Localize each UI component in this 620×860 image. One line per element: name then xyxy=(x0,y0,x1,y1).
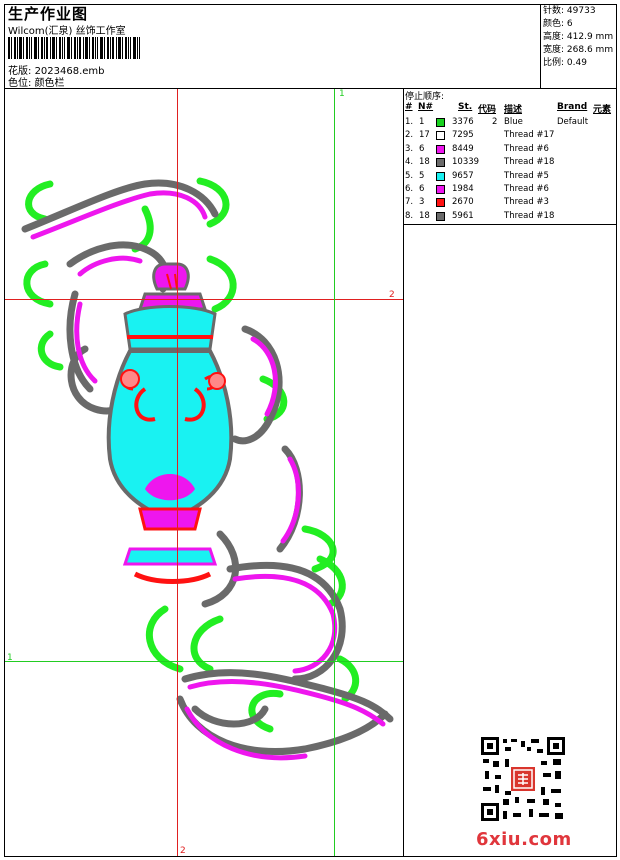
table-row: 3. 6 8449 Thread #6 xyxy=(405,143,617,156)
color-position-label: 色位: xyxy=(8,78,32,89)
guide-label-red-bottom: 2 xyxy=(180,846,186,856)
row-index: 1. xyxy=(405,117,414,127)
row-index: 4. xyxy=(405,157,414,168)
row-stitches: 7295 xyxy=(452,130,474,141)
table-row: 4. 18 10339 Thread #18 xyxy=(405,156,617,169)
col-header-brand: Brand xyxy=(557,102,588,112)
row-stitches: 8449 xyxy=(452,143,474,154)
row-stitches: 2670 xyxy=(452,197,474,208)
table-row: 2. 17 7295 Thread #17 xyxy=(405,129,617,142)
guide-horizontal-red xyxy=(5,299,403,300)
row-needle: 6 xyxy=(419,184,425,194)
row-description: Thread #17 xyxy=(504,130,555,141)
stat-colors: 颜色: 6 xyxy=(543,19,573,29)
site-logo: 6xiu.com xyxy=(476,829,572,850)
row-index: 2. xyxy=(405,130,414,141)
stat-height: 高度: 412.9 mm xyxy=(543,32,614,42)
embroidery-design xyxy=(21,177,394,761)
guide-horizontal-green xyxy=(5,661,403,662)
row-needle: 6 xyxy=(419,143,425,154)
panel-divider-vertical xyxy=(403,88,404,857)
row-brand: Default xyxy=(557,117,589,127)
row-description: Thread #5 xyxy=(504,170,549,181)
stat-stitches: 针数: 49733 xyxy=(543,6,596,16)
color-swatch xyxy=(436,171,445,181)
row-index: 7. xyxy=(405,197,414,208)
table-row: 6. 6 1984 Thread #6 xyxy=(405,183,617,196)
guide-vertical-red xyxy=(177,89,178,856)
table-row: 8. 18 5961 Thread #18 xyxy=(405,210,617,223)
stop-table-divider xyxy=(403,224,617,225)
row-index: 3. xyxy=(405,143,414,154)
row-description: Thread #18 xyxy=(504,157,555,168)
row-description: Blue xyxy=(504,117,523,127)
stats-block: 针数: 49733 颜色: 6 高度: 412.9 mm 宽度: 268.6 m… xyxy=(543,5,613,70)
row-stitches: 10339 xyxy=(452,157,480,168)
guide-label-green-left: 1 xyxy=(7,653,13,663)
color-position-line: 色位: 颜色栏 xyxy=(8,74,65,89)
row-needle: 17 xyxy=(419,130,430,141)
row-stitches: 1984 xyxy=(452,184,474,194)
header-divider-vertical xyxy=(540,4,541,88)
vase xyxy=(106,262,234,584)
row-index: 5. xyxy=(405,170,414,181)
studio-subtitle: Wilcom(汇泉) 丝饰工作室 xyxy=(8,26,126,37)
row-description: Thread #3 xyxy=(504,197,549,208)
col-header-n: N# xyxy=(418,102,434,112)
color-swatch xyxy=(436,158,445,168)
table-row: 5. 5 9657 Thread #5 xyxy=(405,170,617,183)
color-swatch xyxy=(436,198,445,208)
color-swatch xyxy=(436,211,445,221)
guide-vertical-green xyxy=(334,89,335,856)
row-stitches: 5961 xyxy=(452,210,474,221)
row-index: 8. xyxy=(405,210,414,221)
col-header-st: St. xyxy=(458,102,473,112)
stat-scale: 比例: 0.49 xyxy=(543,58,587,68)
row-needle: 18 xyxy=(419,157,430,168)
stat-width: 宽度: 268.6 mm xyxy=(543,45,614,55)
color-swatch xyxy=(436,185,445,194)
col-header-code: 代码 xyxy=(478,105,497,115)
col-header-num: # xyxy=(405,102,413,112)
guide-label-red-right: 2 xyxy=(389,290,395,300)
row-code: 2 xyxy=(492,117,498,127)
guide-label-green-top: 1 xyxy=(339,89,345,99)
page-title: 生产作业图 xyxy=(8,5,89,23)
row-description: Thread #6 xyxy=(504,143,549,154)
barcode xyxy=(8,37,140,59)
color-swatch xyxy=(436,118,445,127)
row-needle: 18 xyxy=(419,210,430,221)
row-needle: 5 xyxy=(419,170,425,181)
row-index: 6. xyxy=(405,184,414,194)
color-swatch xyxy=(436,144,445,154)
table-row: 7. 3 2670 Thread #3 xyxy=(405,196,617,209)
row-description: Thread #18 xyxy=(504,210,555,221)
row-stitches: 9657 xyxy=(452,170,474,181)
color-position-value: 颜色栏 xyxy=(34,78,65,89)
col-header-desc: 描述 xyxy=(504,105,523,115)
color-swatch xyxy=(436,131,445,141)
row-needle: 1 xyxy=(419,117,425,127)
stop-sequence-title: 停止顺序: xyxy=(405,92,445,102)
row-needle: 3 xyxy=(419,197,425,208)
table-row: 1. 1 3376 2 Blue Default xyxy=(405,116,617,129)
qr-code xyxy=(481,737,565,821)
row-stitches: 3376 xyxy=(452,117,474,127)
col-header-element: 元素 xyxy=(593,105,612,115)
row-description: Thread #6 xyxy=(504,184,549,194)
